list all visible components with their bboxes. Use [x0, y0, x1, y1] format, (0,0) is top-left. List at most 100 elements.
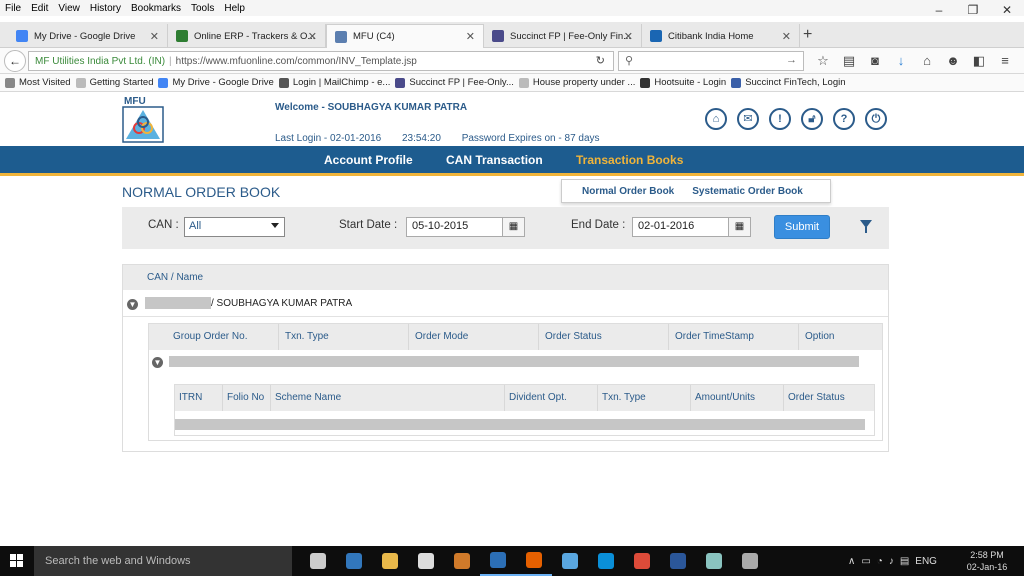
chat-icon[interactable]: ☻ [940, 51, 966, 71]
submenu-normal-order-book[interactable]: Normal Order Book [582, 186, 674, 197]
tab-citibank[interactable]: Citibank India Home ✕ [642, 24, 800, 48]
edge-button[interactable] [336, 546, 372, 576]
bookmark-most-visited[interactable]: Most Visited [5, 77, 71, 88]
bookmark-hootsuite[interactable]: Hootsuite - Login [640, 77, 726, 88]
start-date-input[interactable]: 05-10-2015 ▦ [406, 217, 525, 237]
language-indicator[interactable]: ENG [915, 556, 937, 567]
bookmark-succinct-fintech[interactable]: Succinct FinTech, Login [731, 77, 846, 88]
menu-help[interactable]: Help [219, 3, 250, 14]
bookmark-mailchimp[interactable]: Login | MailChimp - e... [278, 77, 391, 88]
taskbar-search[interactable]: Search the web and Windows [34, 546, 292, 576]
site-identity[interactable]: MF Utilities India Pvt Ltd. (IN) [29, 56, 165, 67]
menu-view[interactable]: View [53, 3, 85, 14]
firefox-button[interactable] [516, 546, 552, 576]
last-login-time: 23:54:20 [401, 133, 441, 144]
notepad-button[interactable] [696, 546, 732, 576]
mail-icon[interactable]: ✉ [737, 108, 759, 130]
new-tab-button[interactable]: + [803, 26, 812, 44]
power-icon[interactable]: ⏻ [865, 108, 887, 130]
minimize-button[interactable]: – [922, 0, 956, 22]
bookmark-succinct-fp[interactable]: Succinct FP | Fee-Only... [395, 77, 514, 88]
reading-list-icon[interactable]: ▤ [836, 51, 862, 71]
search-input[interactable]: ⚲ → [618, 51, 804, 71]
tray-expand-icon[interactable]: ∧ [848, 556, 855, 567]
home-icon[interactable]: ⌂ [914, 51, 940, 71]
back-button[interactable]: ← [4, 50, 26, 72]
bookmark-google-drive[interactable]: My Drive - Google Drive [158, 77, 274, 88]
help-icon[interactable]: ? [833, 108, 855, 130]
reload-icon[interactable]: ↻ [596, 54, 605, 67]
nav-can-transaction[interactable]: CAN Transaction [446, 153, 543, 167]
paint-button[interactable] [732, 546, 768, 576]
column-header: Txn. Type [278, 324, 408, 350]
volume-icon[interactable]: ♪ [889, 556, 894, 567]
column-header: Folio No [222, 385, 270, 411]
word-button[interactable] [660, 546, 696, 576]
filter-icon[interactable] [860, 220, 872, 233]
app-button[interactable] [552, 546, 588, 576]
clock[interactable]: 2:58 PM 02-Jan-16 [963, 549, 1011, 573]
submenu-systematic-order-book[interactable]: Systematic Order Book [692, 186, 803, 197]
nav-transaction-books[interactable]: Transaction Books [576, 153, 683, 167]
task-view-button[interactable] [300, 546, 336, 576]
alert-icon[interactable]: ! [769, 108, 791, 130]
restore-button[interactable]: ❐ [956, 0, 990, 22]
file-explorer-button[interactable] [372, 546, 408, 576]
bookmark-label: Login | MailChimp - e... [292, 77, 391, 88]
expand-icon[interactable]: ▼ [152, 357, 163, 368]
skype-button[interactable] [588, 546, 624, 576]
tab-google-drive[interactable]: My Drive - Google Drive ✕ [8, 24, 168, 48]
calendar-icon[interactable]: ▦ [728, 218, 750, 236]
calendar-icon[interactable]: ▦ [502, 218, 524, 236]
media-button[interactable] [444, 546, 480, 576]
column-header: Order Status [538, 324, 668, 350]
bookmark-label: Getting Started [89, 77, 154, 88]
menu-edit[interactable]: Edit [26, 3, 53, 14]
menu-bookmarks[interactable]: Bookmarks [126, 3, 186, 14]
outlook-button[interactable] [480, 546, 516, 576]
menu-tools[interactable]: Tools [186, 3, 219, 14]
store-button[interactable] [408, 546, 444, 576]
windows-taskbar: Search the web and Windows ∧ ▭ ◔ ♪ ▤ ENG… [0, 546, 1024, 576]
submit-button[interactable]: Submit [774, 215, 830, 239]
menu-file[interactable]: File [0, 3, 26, 14]
expand-icon[interactable]: ▼ [127, 299, 138, 310]
close-window-button[interactable]: ✕ [990, 0, 1024, 22]
close-tab-icon[interactable]: ✕ [782, 30, 791, 43]
url-text[interactable]: https://www.mfuonline.com/common/INV_Tem… [176, 56, 417, 67]
bookmark-house-property[interactable]: House property under ... [518, 77, 635, 88]
tab-mfu[interactable]: MFU (C4) ✕ [326, 24, 484, 48]
network-icon[interactable]: ◔ [877, 556, 883, 567]
close-tab-icon[interactable]: ✕ [308, 30, 317, 43]
pocket-icon[interactable]: ◙ [862, 51, 888, 71]
order-book-results: CAN / Name ▼ / SOUBHAGYA KUMAR PATRA Gro… [122, 264, 889, 452]
search-go-icon[interactable]: → [786, 54, 797, 66]
can-select[interactable]: All [184, 217, 285, 237]
bookmark-getting-started[interactable]: Getting Started [75, 77, 154, 88]
hamburger-menu-icon[interactable]: ≡ [992, 51, 1018, 71]
firefox-icon [526, 552, 542, 568]
url-bar[interactable]: MF Utilities India Pvt Ltd. (IN) | https… [28, 51, 614, 71]
close-tab-icon[interactable]: ✕ [624, 30, 633, 43]
order-detail-table: ITRN Folio No Scheme Name Divident Opt. … [174, 384, 875, 436]
tab-succinct-fp[interactable]: Succinct FP | Fee-Only Fin... ✕ [484, 24, 642, 48]
chrome-button[interactable] [624, 546, 660, 576]
group-order-row: ▼ [149, 350, 882, 376]
notification-icon[interactable]: ▤ [900, 556, 909, 567]
close-tab-icon[interactable]: ✕ [150, 30, 159, 43]
notepad-icon [706, 553, 722, 569]
nav-account-profile[interactable]: Account Profile [324, 153, 413, 167]
end-date-input[interactable]: 02-01-2016 ▦ [632, 217, 751, 237]
battery-icon[interactable]: ▭ [861, 556, 870, 567]
bookmark-star-icon[interactable]: ☆ [810, 51, 836, 71]
home-icon[interactable]: ⌂ [705, 108, 727, 130]
menu-history[interactable]: History [85, 3, 126, 14]
lock-icon[interactable]: 🔓︎ [801, 108, 823, 130]
close-tab-icon[interactable]: ✕ [466, 30, 475, 43]
windows-start-icon[interactable] [10, 554, 24, 568]
download-icon[interactable]: ↓ [888, 51, 914, 71]
column-header: Group Order No. [173, 331, 248, 342]
tab-online-erp[interactable]: Online ERP - Trackers & O... ✕ [168, 24, 326, 48]
url-separator: | [169, 55, 172, 67]
addon-icon[interactable]: ◧ [966, 51, 992, 71]
